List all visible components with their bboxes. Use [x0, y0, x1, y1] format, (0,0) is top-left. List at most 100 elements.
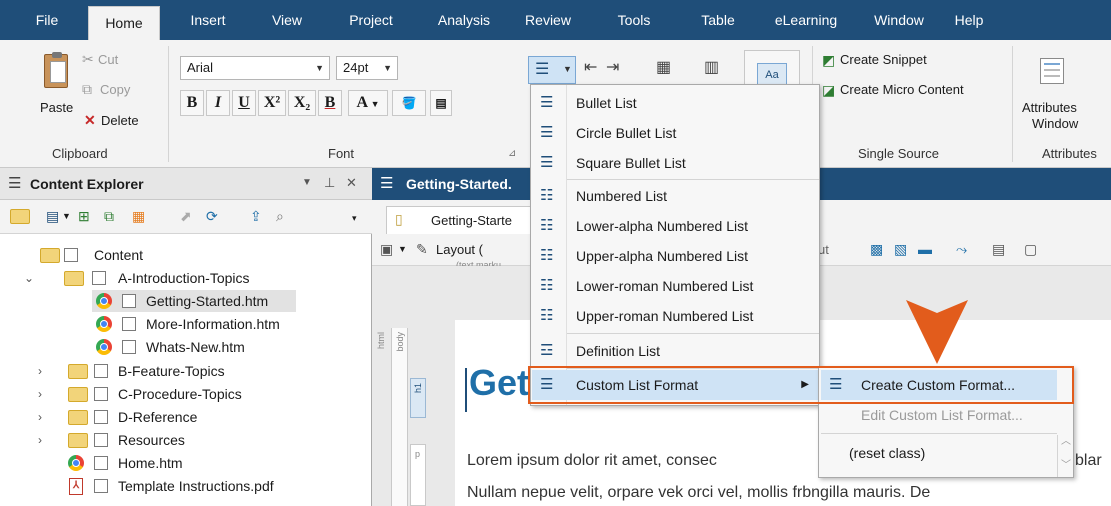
chevron-right-icon[interactable]: ›: [38, 406, 42, 428]
menu-item-bullet-list[interactable]: ☰ Bullet List: [532, 88, 819, 118]
overflow-icon[interactable]: ▾: [352, 214, 357, 223]
menu-item-square-bullet-list[interactable]: ☰ Square Bullet List: [532, 148, 819, 178]
create-micro-content-button[interactable]: Create Micro Content: [840, 82, 964, 97]
menu-item-lower-roman-list[interactable]: ☷ Lower-roman Numbered List: [532, 271, 819, 301]
menu-item-upper-alpha-list[interactable]: ☷ Upper-alpha Numbered List: [532, 241, 819, 271]
font-color-button[interactable]: A ▼: [348, 90, 388, 116]
variable-icon[interactable]: ▤: [992, 242, 1005, 256]
link-icon[interactable]: ⬈: [180, 209, 192, 223]
copy-button[interactable]: Copy: [100, 82, 130, 97]
menu-item-definition-list[interactable]: ☲ Definition List: [532, 336, 819, 366]
structure-bar-p[interactable]: p: [410, 444, 426, 506]
tab-tools[interactable]: Tools: [606, 0, 662, 40]
chevron-down-icon[interactable]: ▼: [302, 178, 312, 188]
close-icon[interactable]: ✕: [346, 176, 357, 189]
insert-image-icon[interactable]: ▩: [870, 242, 883, 256]
chevron-right-icon[interactable]: ›: [38, 360, 42, 382]
chevron-down-icon[interactable]: ▼: [398, 245, 407, 254]
highlight-button[interactable]: B: [318, 90, 342, 116]
chevron-up-icon[interactable]: ︿: [1061, 437, 1071, 447]
tab-insert[interactable]: Insert: [178, 0, 238, 40]
menu-item-upper-roman-list[interactable]: ☷ Upper-roman Numbered List: [532, 301, 819, 331]
checkbox[interactable]: [94, 364, 108, 378]
superscript-button[interactable]: X²: [258, 90, 286, 116]
font-size-select[interactable]: 24pt ▼: [336, 56, 398, 80]
panel-menu-icon[interactable]: ☰: [380, 176, 393, 191]
tree-item-b-feature-topics[interactable]: › B-Feature-Topics: [20, 360, 370, 382]
menu-item-numbered-list[interactable]: ☷ Numbered List: [532, 181, 819, 211]
menu-item-lower-alpha-list[interactable]: ☷ Lower-alpha Numbered List: [532, 211, 819, 241]
tree-item-home[interactable]: Home.htm: [68, 452, 368, 474]
paragraph-2[interactable]: Nullam nepue velit, orpare vek orci vel,…: [467, 484, 930, 502]
grid-icon[interactable]: ▦: [132, 209, 145, 223]
checkbox[interactable]: [122, 317, 136, 331]
tree-item-resources[interactable]: › Resources: [20, 429, 370, 451]
paste-label[interactable]: Paste: [40, 100, 73, 115]
tree-item-whats-new[interactable]: Whats-New.htm: [92, 336, 362, 358]
attributes-window-button[interactable]: Attributes: [1022, 100, 1077, 115]
tree-item-getting-started[interactable]: Getting-Started.htm: [92, 290, 296, 312]
list-dropdown-button[interactable]: ☰ ▼: [528, 56, 576, 84]
text-box-icon[interactable]: ▢: [1024, 242, 1037, 256]
export-icon[interactable]: ⇪: [250, 209, 262, 223]
paragraph-style-icon[interactable]: ▦: [656, 60, 671, 76]
tab-elearning[interactable]: eLearning: [762, 0, 850, 40]
insert-link-icon[interactable]: ▬: [918, 242, 932, 256]
background-color-button[interactable]: 🪣: [392, 90, 426, 116]
tab-view[interactable]: View: [262, 0, 312, 40]
subscript-button[interactable]: X₂: [288, 90, 316, 116]
chevron-right-icon[interactable]: ›: [38, 429, 42, 451]
tab-window[interactable]: Window: [866, 0, 932, 40]
tab-review[interactable]: Review: [516, 0, 580, 40]
tag-icon[interactable]: ✎: [416, 242, 428, 256]
chevron-down-icon[interactable]: ▼: [62, 212, 71, 221]
tree-item-content[interactable]: Content: [40, 244, 370, 266]
checkbox[interactable]: [94, 410, 108, 424]
tab-project[interactable]: Project: [338, 0, 404, 40]
chevron-down-icon[interactable]: ﹀: [1061, 461, 1071, 471]
checkbox[interactable]: [94, 433, 108, 447]
checkbox[interactable]: [94, 387, 108, 401]
tree-item-c-procedure-topics[interactable]: › C-Procedure-Topics: [20, 383, 370, 405]
layout-select[interactable]: Layout (: [436, 242, 483, 257]
reset-class-item[interactable]: (reset class): [821, 438, 1057, 468]
cross-reference-icon[interactable]: ⤳: [956, 242, 967, 256]
checkbox[interactable]: [94, 479, 108, 493]
panel-menu-icon[interactable]: ☰: [8, 176, 21, 191]
paste-button[interactable]: [40, 52, 72, 100]
preview-icon[interactable]: ⌕: [276, 209, 284, 223]
checkbox[interactable]: [122, 340, 136, 354]
dialog-launcher-icon[interactable]: ⊿: [508, 149, 516, 159]
refresh-icon[interactable]: ⟳: [206, 209, 218, 223]
new-folder-icon[interactable]: ⧉: [104, 209, 114, 223]
list-view-icon[interactable]: ▤: [46, 209, 59, 223]
italic-button[interactable]: I: [206, 90, 230, 116]
create-snippet-button[interactable]: Create Snippet: [840, 52, 927, 67]
tab-home[interactable]: Home: [88, 6, 160, 40]
underline-button[interactable]: U: [232, 90, 256, 116]
font-name-select[interactable]: Arial ▼: [180, 56, 330, 80]
decrease-indent-icon[interactable]: ⇤: [584, 60, 597, 76]
delete-button[interactable]: Delete: [101, 113, 139, 128]
checkbox[interactable]: [92, 271, 106, 285]
paragraph-1[interactable]: Lorem ipsum dolor rit amet, consec: [467, 452, 717, 470]
tree-item-more-information[interactable]: More-Information.htm: [92, 313, 362, 335]
tab-file[interactable]: File: [22, 0, 72, 40]
more-font-button[interactable]: ▤: [430, 90, 452, 116]
checkbox[interactable]: [122, 294, 136, 308]
zoom-icon[interactable]: ▣: [380, 242, 393, 256]
cut-button[interactable]: Cut: [98, 52, 118, 67]
chevron-down-icon[interactable]: ⌄: [24, 267, 34, 289]
checkbox[interactable]: [64, 248, 78, 262]
tab-help[interactable]: Help: [948, 0, 990, 40]
insert-media-icon[interactable]: ▧: [894, 242, 907, 256]
checkbox[interactable]: [94, 456, 108, 470]
show-tags-icon[interactable]: ▥: [704, 60, 719, 76]
bold-button[interactable]: B: [180, 90, 204, 116]
menu-item-circle-bullet-list[interactable]: ☰ Circle Bullet List: [532, 118, 819, 148]
submenu-scrollbar[interactable]: ︿ ﹀: [1057, 435, 1073, 477]
tree-item-a-introduction-topics[interactable]: ⌄ A-Introduction-Topics: [20, 267, 370, 289]
folder-icon[interactable]: [10, 209, 30, 224]
structure-bar-h1[interactable]: h1: [410, 378, 426, 418]
tab-analysis[interactable]: Analysis: [428, 0, 500, 40]
